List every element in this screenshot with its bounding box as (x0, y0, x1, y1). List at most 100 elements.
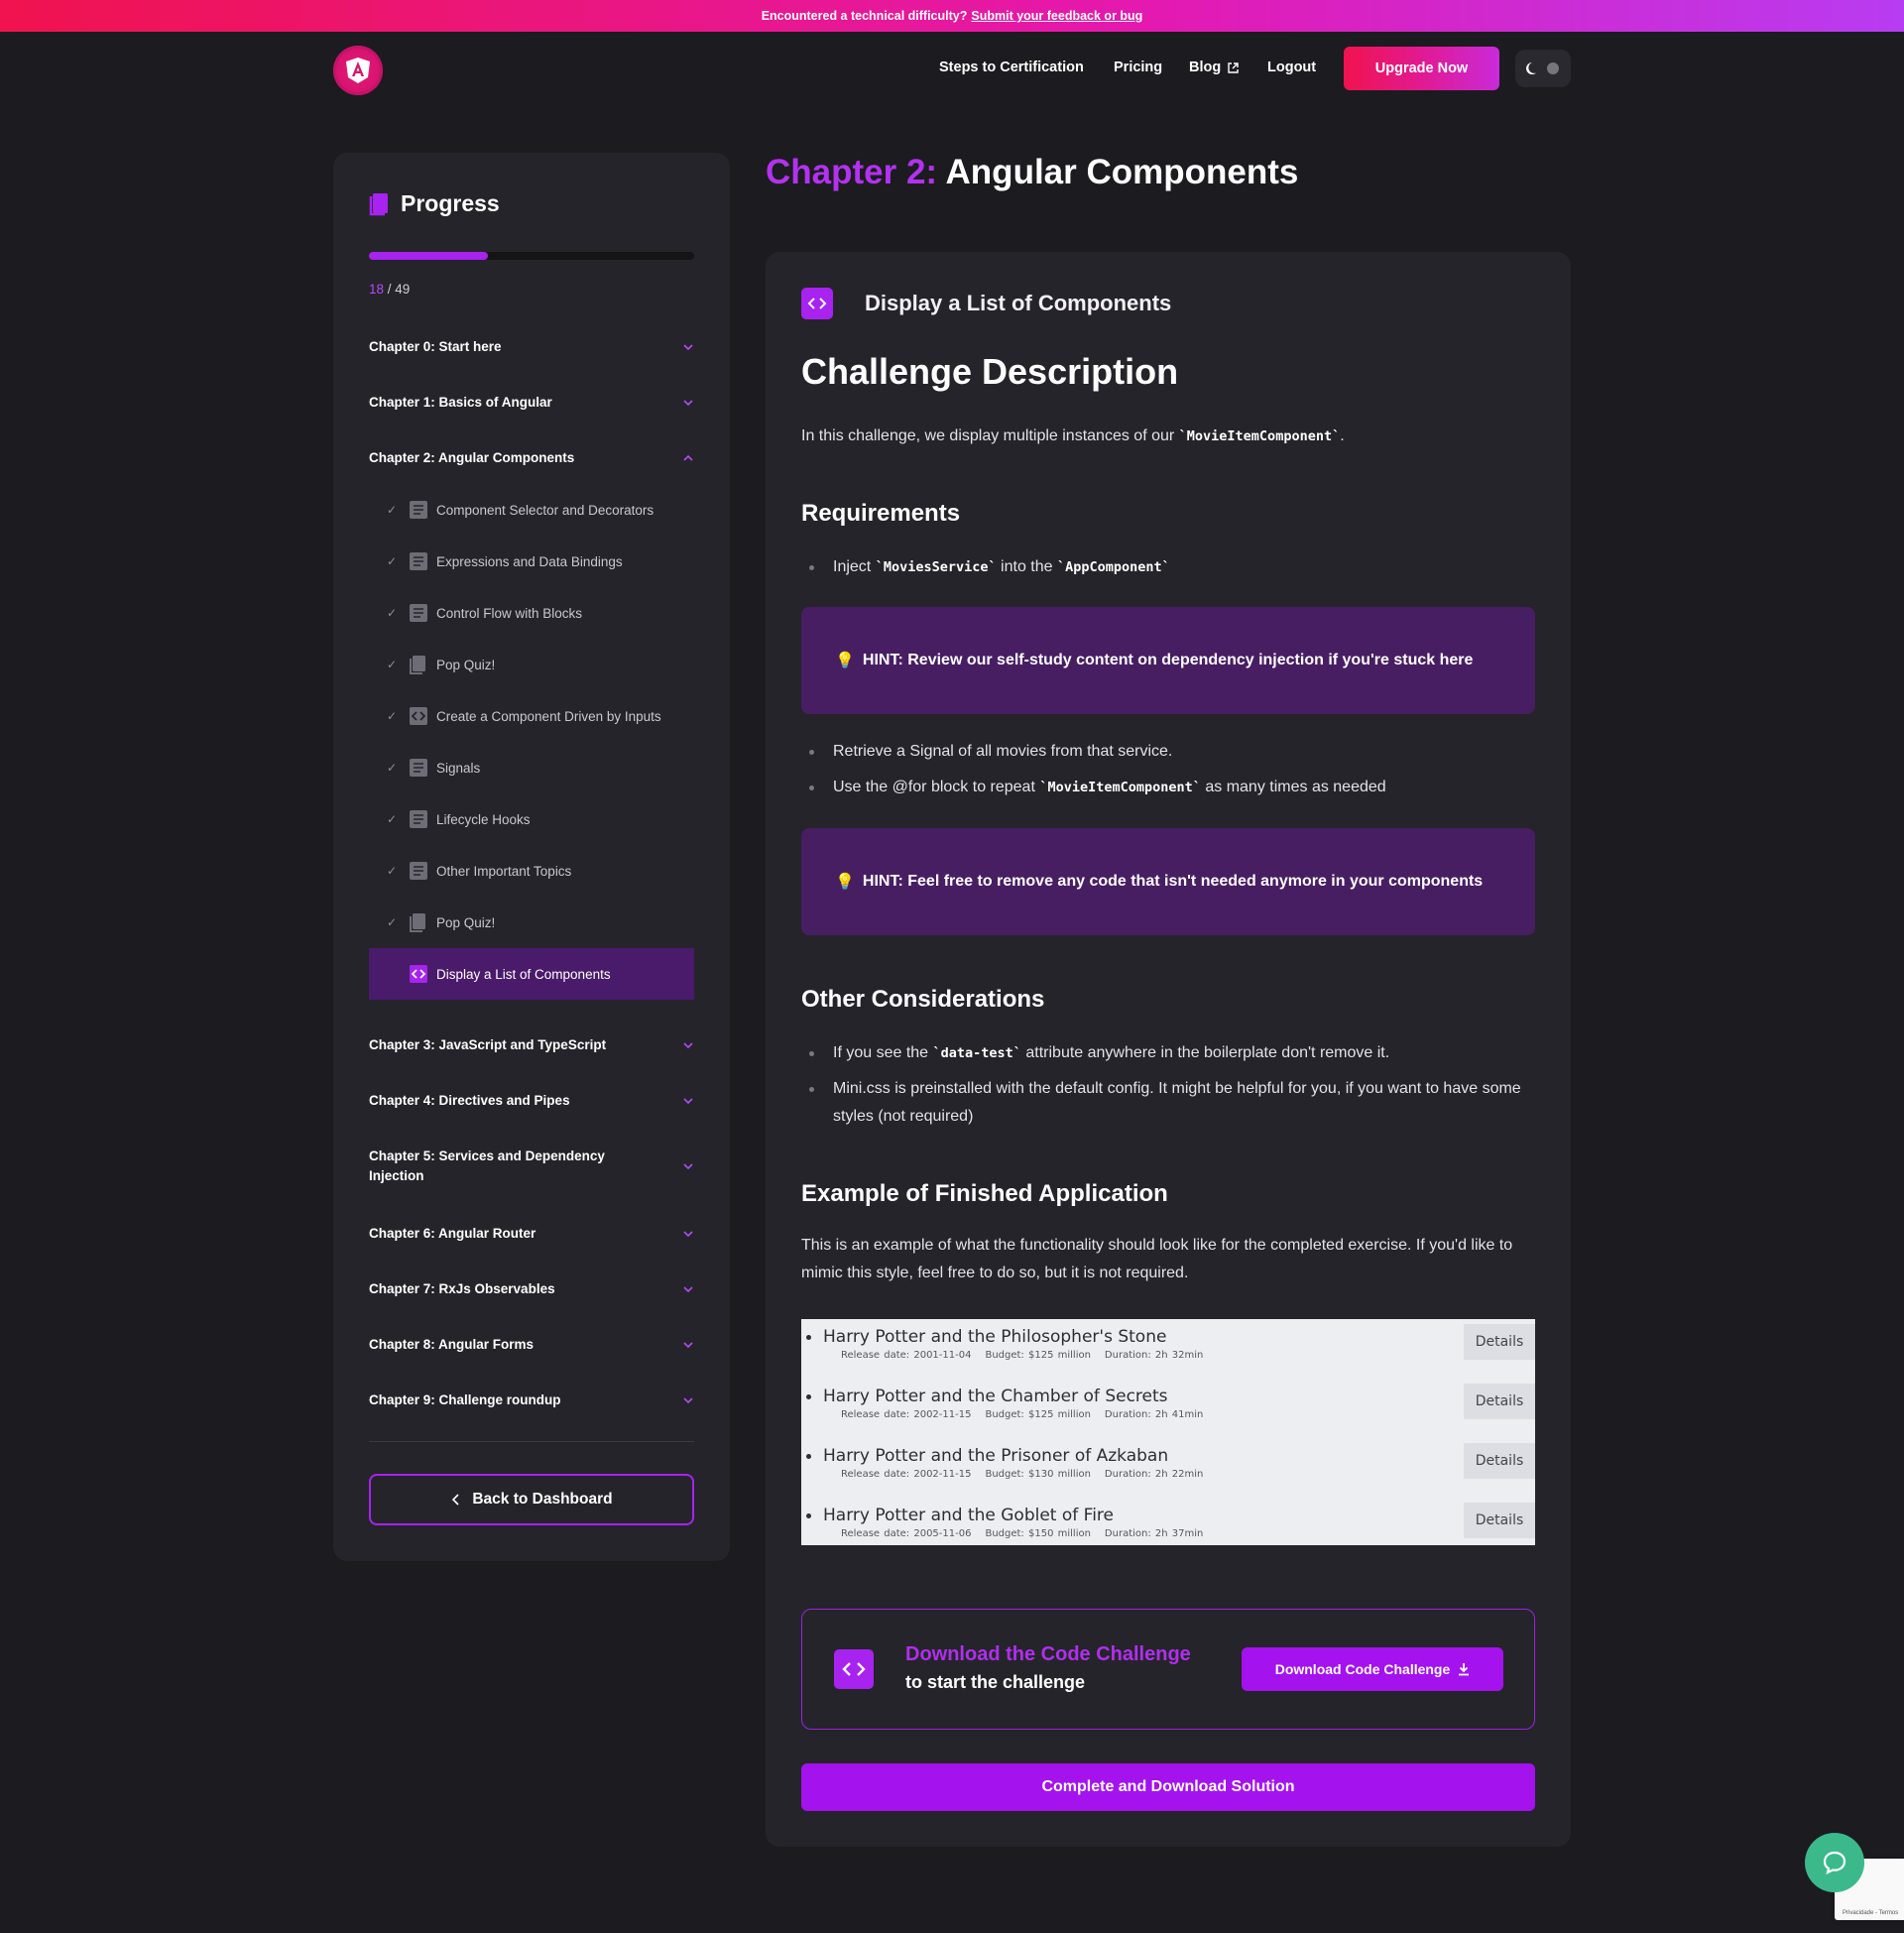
challenge-description-heading: Challenge Description (801, 351, 1179, 392)
chevron-down-icon (683, 1163, 693, 1170)
requirement-text: Use the @for block to repeat (833, 779, 1040, 795)
lesson-item[interactable]: ✓ Control Flow with Blocks (369, 587, 694, 639)
back-to-dashboard-label: Back to Dashboard (472, 1491, 613, 1508)
lesson-item[interactable]: ✓ Signals (369, 742, 694, 793)
movie-item: Harry Potter and the Prisoner of Azkaban… (801, 1438, 1535, 1498)
document-icon (410, 501, 427, 519)
movie-meta: Release date: 2005-11-06 Budget: $150 mil… (841, 1528, 1217, 1539)
chat-button[interactable] (1805, 1833, 1864, 1892)
lesson-label: Signals (436, 760, 481, 776)
movie-release: Release date: 2001-11-04 (841, 1350, 972, 1361)
movie-item: Harry Potter and the Philosopher's Stone… (801, 1319, 1535, 1379)
document-icon (410, 604, 427, 622)
chapter-label: Chapter 9: Challenge roundup (369, 1392, 561, 1407)
download-button-label: Download Code Challenge (1274, 1661, 1451, 1677)
details-button[interactable]: Details (1464, 1324, 1535, 1360)
page-title-prefix: Chapter 2: (766, 153, 938, 191)
page-title: Chapter 2: Angular Components (766, 153, 1298, 192)
lesson-label: Control Flow with Blocks (436, 605, 583, 621)
chapter-5[interactable]: Chapter 5: Services and Dependency Injec… (369, 1147, 694, 1186)
chapter-label: Chapter 2: Angular Components (369, 450, 575, 465)
chapter-0[interactable]: Chapter 0: Start here (369, 337, 694, 357)
code-icon (834, 1649, 874, 1689)
lesson-header: Display a List of Components (801, 288, 1171, 319)
consideration-text: If you see the (833, 1044, 933, 1061)
movie-title: Harry Potter and the Philosopher's Stone (805, 1327, 1167, 1347)
quiz-icon (410, 913, 425, 932)
quiz-icon (410, 656, 425, 674)
angular-logo[interactable] (333, 46, 383, 95)
chevron-down-icon (683, 1042, 693, 1049)
chapter-label: Chapter 6: Angular Router (369, 1226, 536, 1241)
nav-blog[interactable]: Blog (1189, 60, 1240, 75)
chevron-down-icon (683, 344, 693, 351)
chapter-1[interactable]: Chapter 1: Basics of Angular (369, 393, 694, 413)
feedback-link[interactable]: Submit your feedback or bug (971, 9, 1142, 23)
code-snippet: `MovieItemComponent` (1178, 428, 1341, 444)
details-button[interactable]: Details (1464, 1503, 1535, 1538)
lesson-item[interactable]: ✓ Expressions and Data Bindings (369, 536, 694, 587)
back-to-dashboard-button[interactable]: Back to Dashboard (369, 1474, 694, 1525)
nav-blog-label: Blog (1189, 60, 1222, 75)
chapter-label: Chapter 8: Angular Forms (369, 1337, 535, 1352)
complete-download-solution-button[interactable]: Complete and Download Solution (801, 1763, 1535, 1811)
lesson-label: Pop Quiz! (436, 657, 496, 672)
movie-item: Harry Potter and the Goblet of Fire Rele… (801, 1498, 1535, 1545)
chapter-4[interactable]: Chapter 4: Directives and Pipes (369, 1091, 694, 1111)
chapter-9[interactable]: Chapter 9: Challenge roundup (369, 1390, 694, 1410)
moon-icon (1526, 62, 1536, 74)
document-icon (410, 862, 427, 880)
nav-steps-to-certification[interactable]: Steps to Certification (939, 60, 1084, 75)
movie-title: Harry Potter and the Chamber of Secrets (806, 1387, 1168, 1406)
chapter-7[interactable]: Chapter 7: RxJs Observables (369, 1279, 694, 1299)
code-snippet: `AppComponent` (1056, 559, 1170, 575)
details-button[interactable]: Details (1464, 1443, 1535, 1479)
recaptcha-text: Privacidade - Termos (1843, 1910, 1899, 1916)
lesson-item[interactable]: ✓ Create a Component Driven by Inputs (369, 690, 694, 742)
movie-meta: Release date: 2002-11-15 Budget: $130 mil… (841, 1469, 1217, 1480)
chapter-8[interactable]: Chapter 8: Angular Forms (369, 1335, 694, 1355)
movie-duration: Duration: 2h 37min (1104, 1528, 1204, 1539)
lesson-label: Component Selector and Decorators (436, 502, 654, 518)
chapter-2[interactable]: Chapter 2: Angular Components (369, 448, 694, 468)
code-snippet: `MoviesService` (875, 559, 997, 575)
chapter-6[interactable]: Chapter 6: Angular Router (369, 1224, 694, 1244)
banner-text: Encountered a technical difficulty? (761, 9, 968, 23)
chapter-3[interactable]: Chapter 3: JavaScript and TypeScript (369, 1035, 694, 1055)
lesson-label: Expressions and Data Bindings (436, 553, 623, 569)
movie-duration: Duration: 2h 32min (1104, 1350, 1204, 1361)
theme-toggle[interactable] (1515, 50, 1571, 87)
movie-meta: Release date: 2002-11-15 Budget: $125 mil… (841, 1409, 1217, 1420)
progress-bar (369, 252, 694, 260)
nav-logout[interactable]: Logout (1267, 60, 1316, 75)
page-title-text: Angular Components (945, 153, 1299, 191)
details-button[interactable]: Details (1464, 1384, 1535, 1419)
requirement-text: as many times as needed (1200, 779, 1386, 795)
upgrade-now-button[interactable]: Upgrade Now (1344, 47, 1499, 90)
chat-bubble-icon (1823, 1851, 1846, 1875)
lesson-item-active[interactable]: Display a List of Components (369, 948, 694, 1000)
check-icon: ✓ (387, 761, 398, 775)
other-considerations-heading: Other Considerations (801, 986, 1045, 1013)
code-icon (410, 965, 427, 983)
feedback-banner: Encountered a technical difficulty? Subm… (0, 0, 1904, 32)
lesson-item[interactable]: ✓ Pop Quiz! (369, 639, 694, 690)
nav-pricing[interactable]: Pricing (1114, 60, 1162, 75)
code-icon (410, 707, 427, 725)
movie-item: Harry Potter and the Chamber of Secrets … (801, 1379, 1535, 1438)
lesson-item[interactable]: ✓ Pop Quiz! (369, 897, 694, 948)
check-icon: ✓ (387, 658, 398, 671)
document-icon (410, 810, 427, 828)
consideration-text: Mini.css is preinstalled with the defaul… (833, 1080, 1521, 1125)
code-snippet: `data-test` (932, 1045, 1021, 1061)
lesson-item[interactable]: ✓ Other Important Topics (369, 845, 694, 897)
movie-release: Release date: 2002-11-15 (841, 1409, 972, 1420)
progress-heading: Progress (369, 190, 500, 217)
download-code-challenge-button[interactable]: Download Code Challenge (1242, 1647, 1503, 1691)
requirement-text: into the (996, 558, 1057, 575)
code-snippet: `MovieItemComponent` (1039, 780, 1201, 795)
lesson-item[interactable]: ✓ Component Selector and Decorators (369, 484, 694, 536)
lesson-item[interactable]: ✓ Lifecycle Hooks (369, 793, 694, 845)
progress-count: 18 / 49 (369, 282, 410, 297)
intro-paragraph: In this challenge, we display multiple i… (801, 423, 1535, 450)
